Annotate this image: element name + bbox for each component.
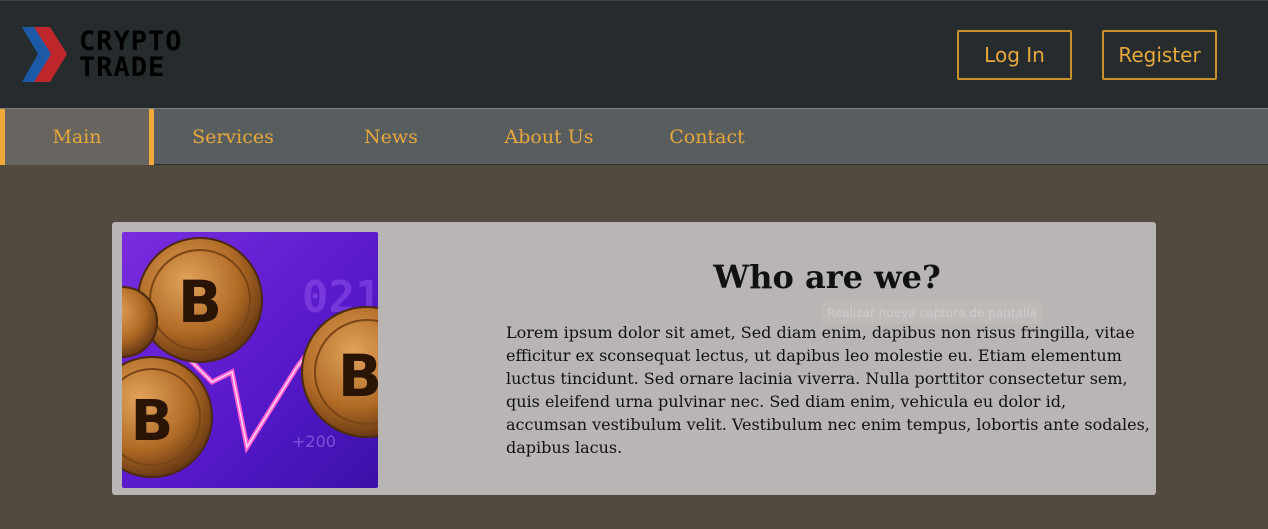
about-body: Lorem ipsum dolor sit amet, Sed diam eni… bbox=[506, 323, 1150, 457]
logo-line-1: CRYPTO bbox=[79, 25, 183, 57]
svg-text:B: B bbox=[178, 268, 222, 336]
login-button[interactable]: Log In bbox=[957, 30, 1072, 80]
svg-text:+200: +200 bbox=[292, 432, 336, 451]
bitcoin-coins-image: 021 +200 B B B bbox=[122, 232, 378, 488]
nav-item-main[interactable]: Main bbox=[0, 109, 154, 165]
nav-item-news[interactable]: News bbox=[312, 109, 470, 165]
nav-item-contact[interactable]: Contact bbox=[628, 109, 786, 165]
nav-item-services[interactable]: Services bbox=[154, 109, 312, 165]
main-nav: Main Services News About Us Contact bbox=[0, 108, 1268, 165]
site-header: CRYPTO TRADE Log In Register bbox=[0, 0, 1268, 108]
logo[interactable]: CRYPTO TRADE bbox=[22, 27, 183, 82]
svg-text:B: B bbox=[131, 389, 174, 454]
logo-text: CRYPTO TRADE bbox=[79, 25, 183, 83]
register-button[interactable]: Register bbox=[1102, 30, 1217, 80]
nav-item-about-us[interactable]: About Us bbox=[470, 109, 628, 165]
svg-text:B: B bbox=[338, 342, 378, 410]
logo-line-2: TRADE bbox=[79, 51, 166, 83]
logo-chevron-icon bbox=[22, 27, 67, 82]
about-title: Who are we? bbox=[713, 258, 941, 296]
about-card: 021 +200 B B B Who are we? Realizar nuev… bbox=[112, 222, 1156, 495]
